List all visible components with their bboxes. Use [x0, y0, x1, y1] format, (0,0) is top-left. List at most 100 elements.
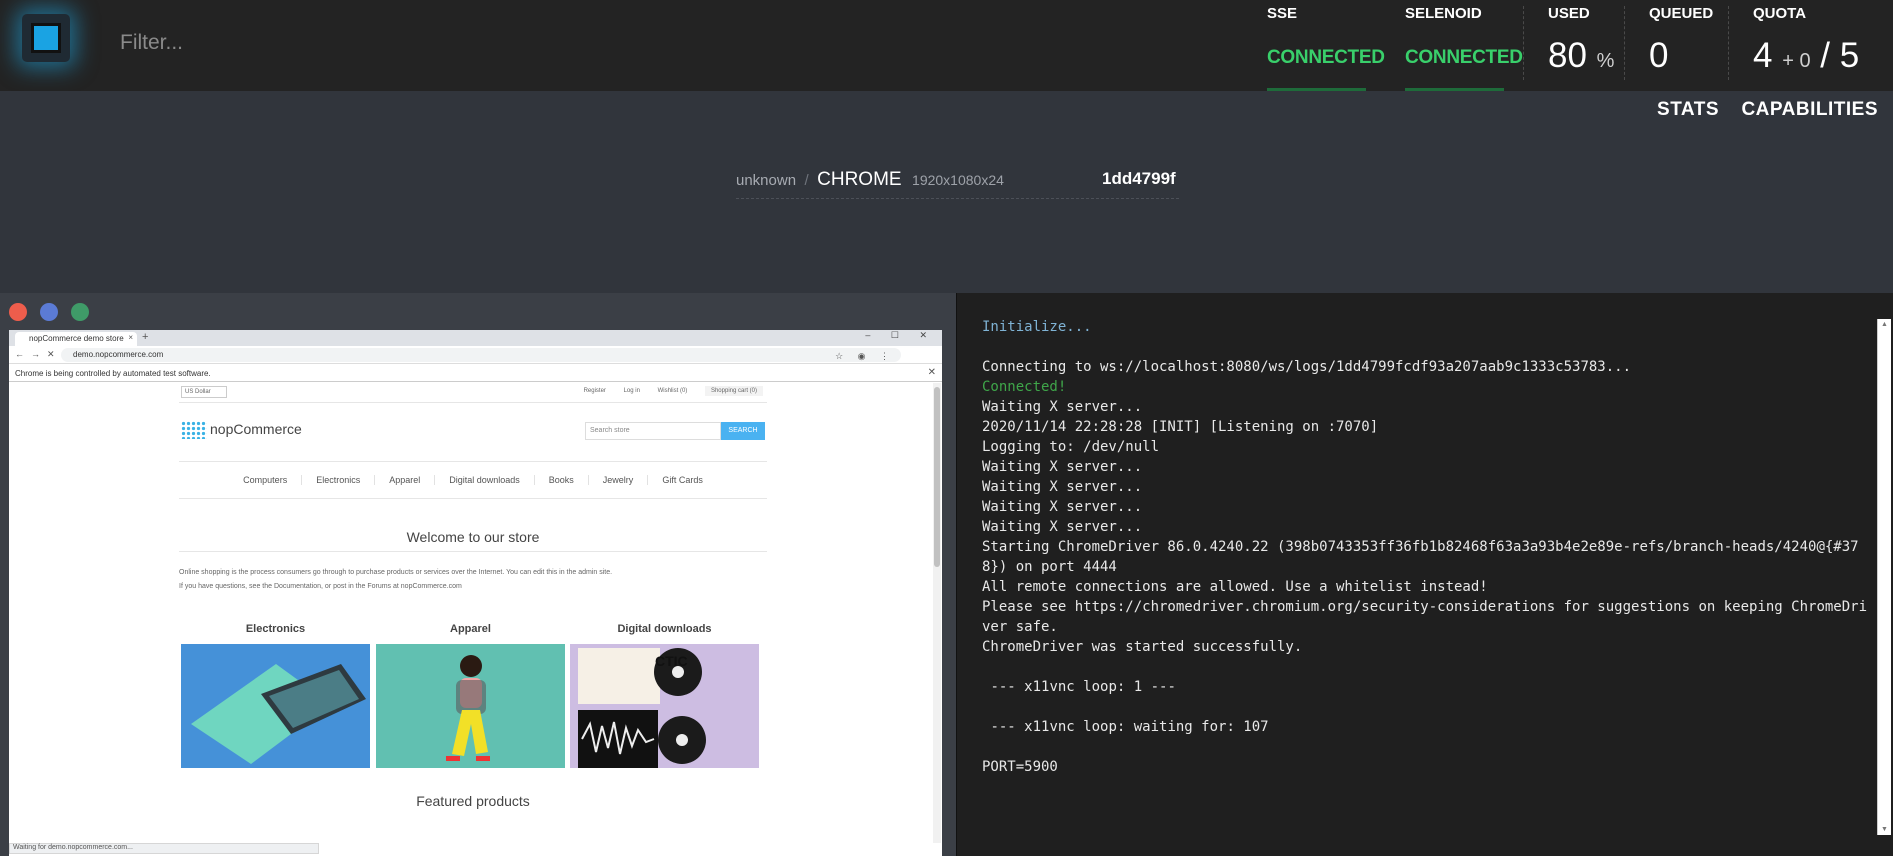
log-line: Waiting X server...	[982, 479, 1143, 495]
divider	[1624, 6, 1625, 80]
view-tabs: STATS CAPABILITIES	[1639, 99, 1878, 121]
browser-tab[interactable]: nopCommerce demo store ×	[15, 332, 137, 346]
quota-total: / 5	[1820, 36, 1860, 75]
register-link[interactable]: Register	[584, 388, 606, 394]
address-url: demo.nopcommerce.com	[73, 350, 164, 359]
welcome-title: Welcome to our store	[406, 529, 540, 545]
category-image-electronics[interactable]	[181, 644, 370, 768]
log-line: All remote connections are allowed. Use …	[982, 579, 1488, 595]
category-image-apparel[interactable]	[376, 644, 565, 768]
log-line: Waiting X server...	[982, 499, 1143, 515]
login-link[interactable]: Log in	[624, 388, 640, 394]
logo-square-icon	[31, 23, 61, 53]
browser-toolbar: ←→✕ demo.nopcommerce.com ☆ ◉ ⋮	[9, 346, 942, 364]
menu-apparel[interactable]: Apparel	[375, 475, 436, 485]
category-image-digital-downloads[interactable]: CTIC	[570, 644, 759, 768]
browser-status-bar: Waiting for demo.nopcommerce.com...	[9, 843, 319, 854]
stat-quota: QUOTA 4 + 0 / 5	[1753, 0, 1883, 91]
browser-tab-bar: nopCommerce demo store × + – ☐ ✕	[9, 330, 942, 346]
wishlist-link[interactable]: Wishlist (0)	[658, 388, 688, 394]
used-value: 80 %	[1548, 36, 1614, 76]
new-tab-icon[interactable]: +	[142, 331, 148, 343]
scroll-up-icon[interactable]: ▲	[1881, 321, 1888, 328]
vnc-panel: nopCommerce demo store × + – ☐ ✕ ←→✕ dem…	[0, 293, 956, 856]
site-header-links: US Dollar Register Log in Wishlist (0) S…	[179, 383, 767, 403]
divider	[1728, 6, 1729, 80]
currency-select[interactable]: US Dollar	[181, 386, 227, 398]
sse-status: CONNECTED	[1267, 47, 1385, 68]
welcome-paragraph-1: Online shopping is the process consumers…	[179, 569, 613, 576]
session-id: 1dd4799f	[1102, 169, 1176, 188]
address-bar[interactable]: demo.nopcommerce.com ☆ ◉ ⋮	[61, 348, 901, 362]
vnc-maximize-button[interactable]	[71, 303, 89, 321]
quota-label: QUOTA	[1753, 5, 1807, 22]
cart-link[interactable]: Shopping cart (0)	[704, 386, 763, 396]
menu-jewelry[interactable]: Jewelry	[588, 475, 649, 485]
log-line: Logging to: /dev/null	[982, 439, 1160, 455]
site-logo[interactable]: nopCommerce	[181, 421, 302, 440]
used-number: 80	[1548, 36, 1587, 75]
category-title-electronics[interactable]: Electronics	[181, 623, 370, 635]
account-links: Register Log in Wishlist (0) Shopping ca…	[568, 386, 763, 396]
log-output: Initialize... Connecting to ws://localhos…	[982, 317, 1872, 777]
used-label: USED	[1548, 5, 1590, 22]
menu-electronics[interactable]: Electronics	[302, 475, 376, 485]
web-page: US Dollar Register Log in Wishlist (0) S…	[9, 383, 932, 843]
log-panel: Initialize... Connecting to ws://localhos…	[956, 293, 1893, 856]
person-image-icon	[376, 644, 565, 768]
scrollbar-thumb[interactable]	[934, 387, 940, 567]
stat-queued: QUEUED 0	[1649, 0, 1729, 91]
browser-tab-title: nopCommerce demo store	[29, 334, 124, 343]
phone-image-icon	[181, 644, 370, 768]
log-scrollbar[interactable]: ▲ ▼	[1877, 319, 1891, 835]
tab-stats[interactable]: STATS	[1657, 99, 1719, 121]
logo-dots-icon	[181, 421, 207, 440]
site-search-button[interactable]: SEARCH	[721, 422, 765, 440]
window-controls[interactable]: – ☐ ✕	[865, 330, 936, 341]
featured-products-title: Featured products	[416, 793, 530, 809]
log-line: Waiting X server...	[982, 399, 1143, 415]
infobar-close-icon[interactable]: ✕	[928, 367, 936, 378]
divider	[1523, 6, 1524, 80]
quota-value: 4 + 0 / 5	[1753, 36, 1859, 76]
close-tab-icon[interactable]: ×	[128, 333, 133, 342]
selenoid-status: CONNECTED	[1405, 47, 1523, 68]
log-line: 2020/11/14 22:28:28 [INIT] [Listening on…	[982, 419, 1379, 435]
log-line: Connected!	[982, 379, 1067, 395]
site-logo-text: nopCommerce	[210, 421, 302, 437]
session-browser: CHROME	[817, 169, 902, 190]
menu-books[interactable]: Books	[534, 475, 589, 485]
site-menu: Computers Electronics Apparel Digital downl…	[179, 461, 767, 499]
queued-label: QUEUED	[1649, 5, 1714, 22]
scroll-down-icon[interactable]: ▼	[1881, 826, 1888, 833]
menu-computers[interactable]: Computers	[229, 475, 303, 485]
session-resolution: 1920x1080x24	[912, 172, 1004, 188]
site-search-input[interactable]: Search store	[585, 422, 721, 440]
top-bar: SSE CONNECTED SELENOID CONNECTED USED 80…	[0, 0, 1893, 91]
vnc-close-button[interactable]	[9, 303, 27, 321]
infobar-text: Chrome is being controlled by automated …	[15, 369, 211, 378]
log-line: Please see https://chromedriver.chromium…	[982, 599, 1868, 635]
filter-input[interactable]	[120, 28, 720, 58]
log-line: Initialize...	[982, 319, 1092, 335]
selenoid-logo[interactable]	[22, 14, 70, 62]
log-line: Waiting X server...	[982, 519, 1143, 535]
page-scrollbar[interactable]	[933, 383, 941, 843]
category-title-apparel[interactable]: Apparel	[376, 623, 565, 635]
vnc-screen[interactable]: nopCommerce demo store × + – ☐ ✕ ←→✕ dem…	[9, 330, 942, 856]
tab-capabilities[interactable]: CAPABILITIES	[1741, 99, 1878, 121]
session-header: STATS CAPABILITIES unknown / CHROME 1920…	[0, 91, 1893, 293]
nav-arrows-icon[interactable]: ←→✕	[15, 349, 62, 360]
menu-digital-downloads[interactable]: Digital downloads	[435, 475, 535, 485]
menu-gift-cards[interactable]: Gift Cards	[648, 475, 717, 485]
category-title-digital-downloads[interactable]: Digital downloads	[570, 623, 759, 635]
log-line: Starting ChromeDriver 86.0.4240.22 (398b…	[982, 539, 1859, 575]
welcome-paragraph-2: If you have questions, see the Documenta…	[179, 583, 462, 590]
divider	[179, 551, 767, 552]
star-icon[interactable]: ☆ ◉ ⋮	[835, 351, 895, 362]
log-line: ChromeDriver was started successfully.	[982, 639, 1303, 655]
vnc-minimize-button[interactable]	[40, 303, 58, 321]
